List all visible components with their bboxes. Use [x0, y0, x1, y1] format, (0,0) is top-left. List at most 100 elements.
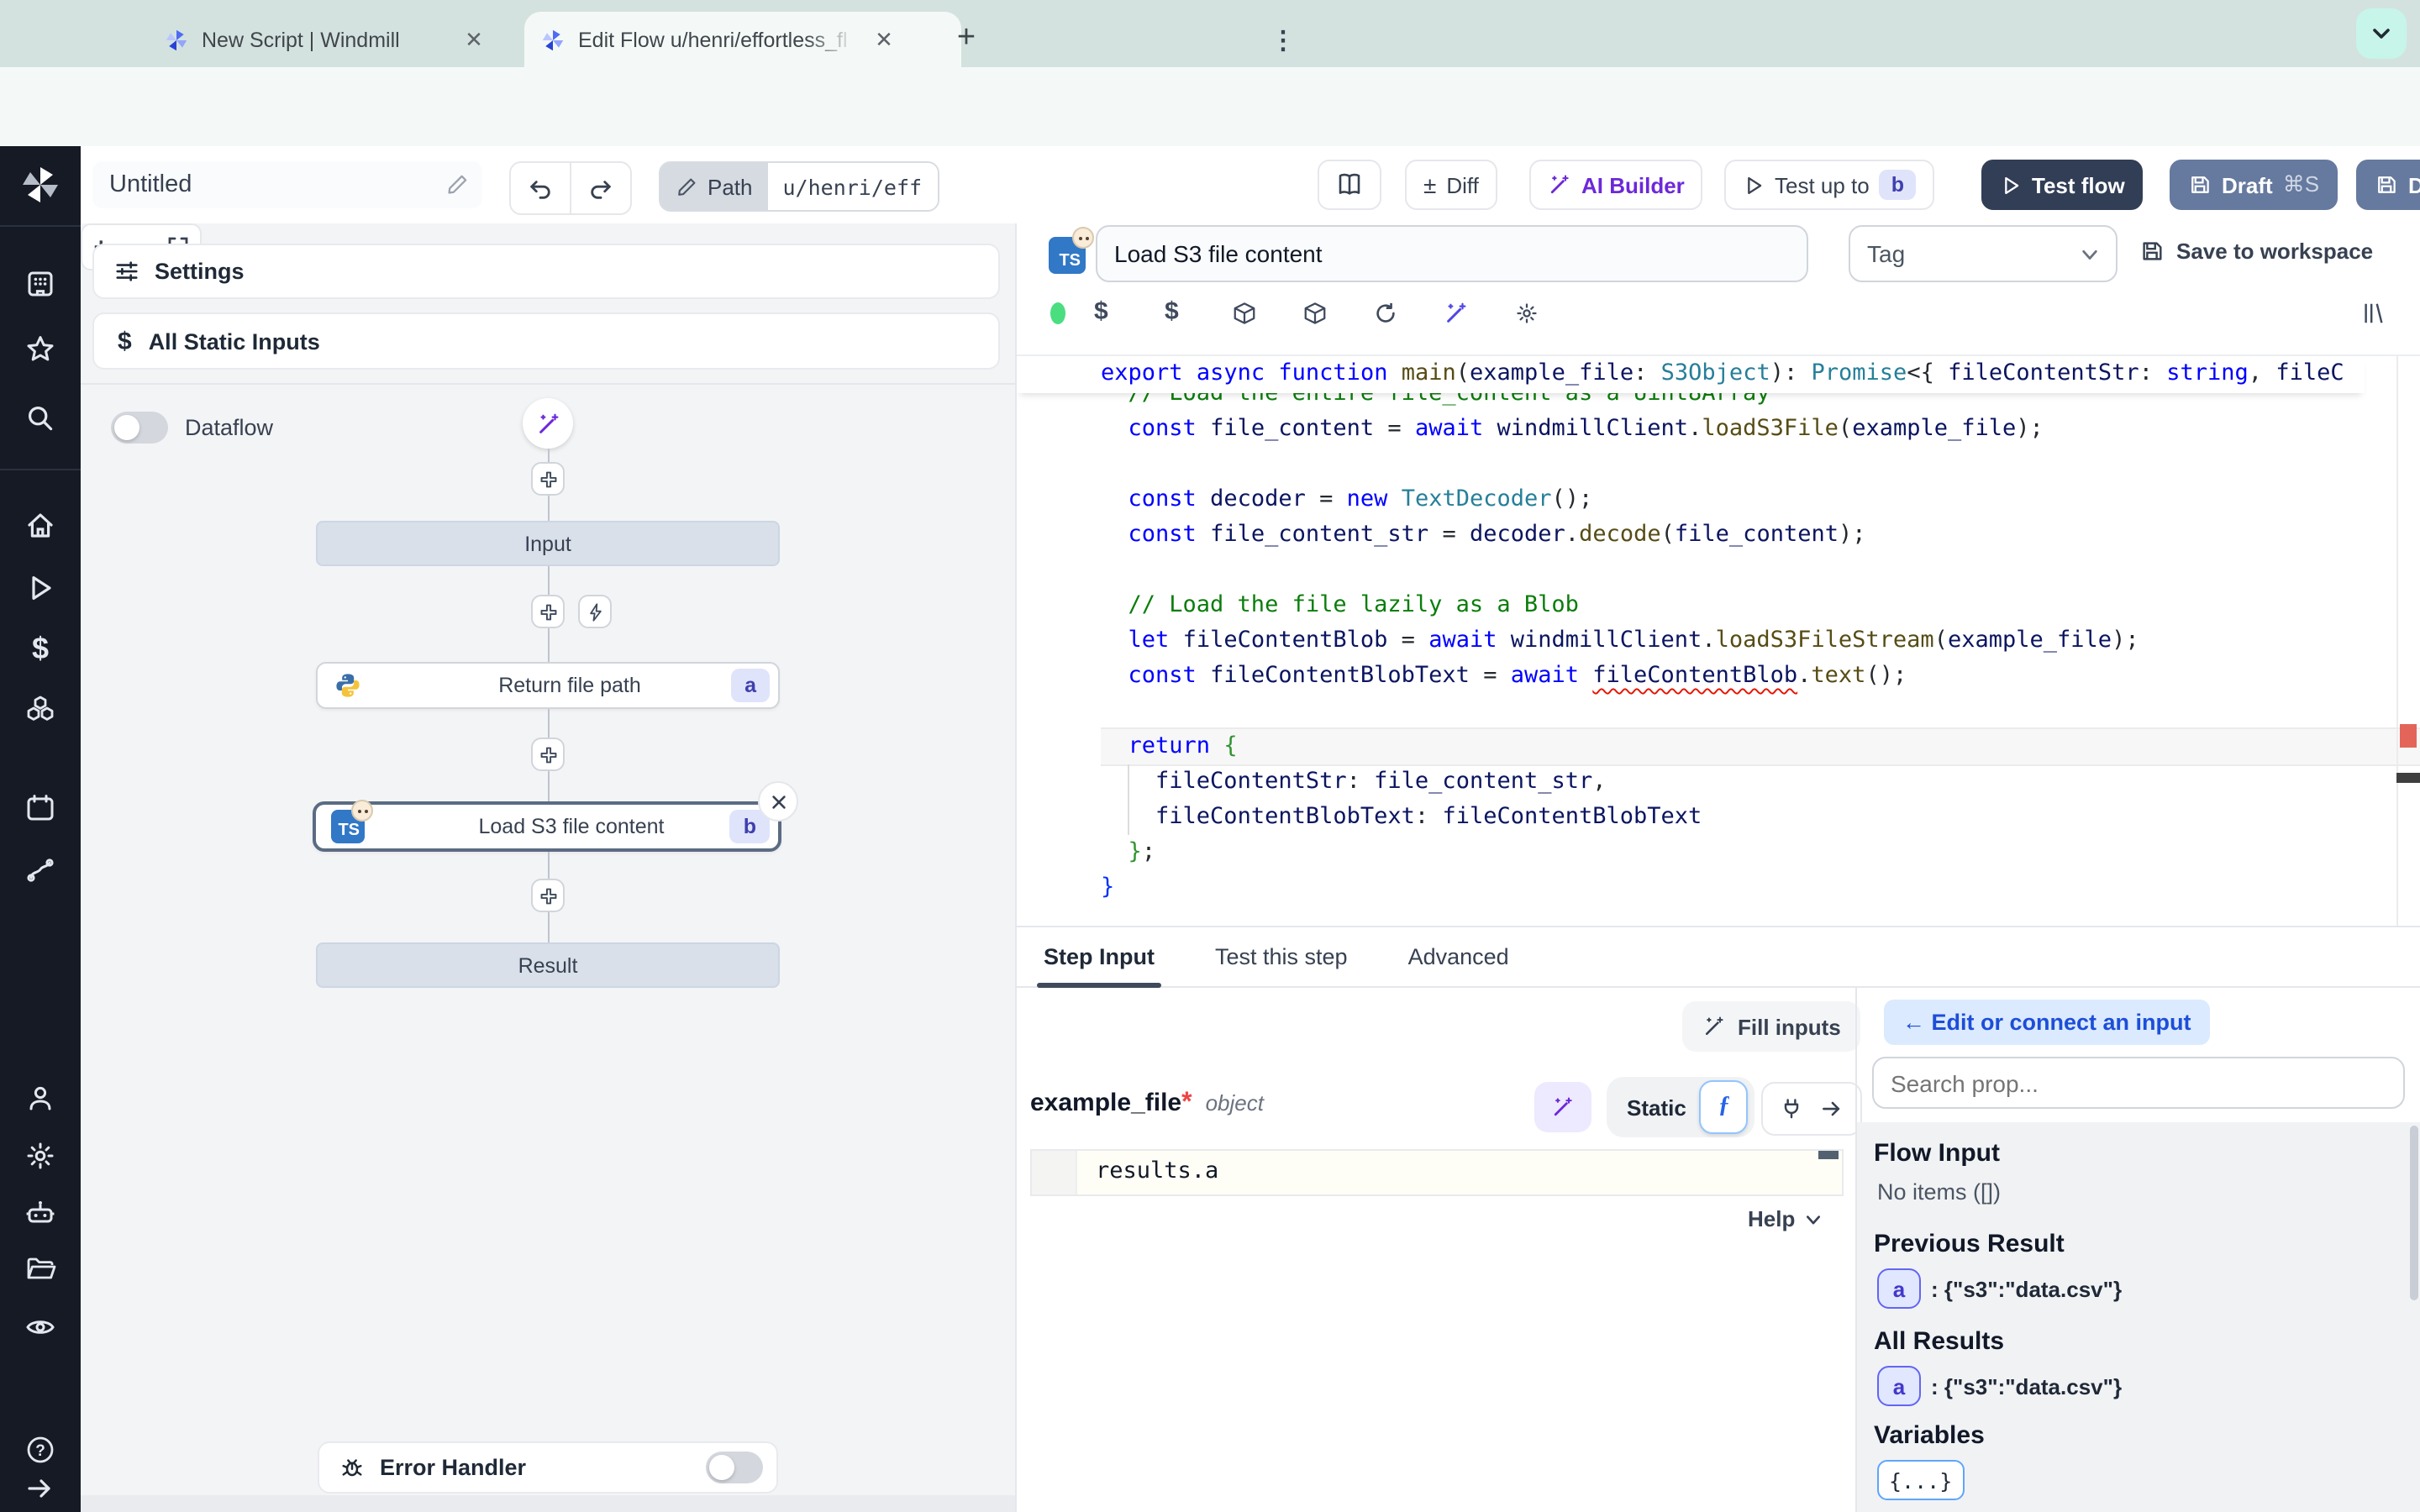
code-line[interactable]: }: [1101, 870, 2420, 906]
help-button[interactable]: Help: [1748, 1206, 1822, 1231]
search-icon[interactable]: [24, 402, 57, 435]
all-results-row[interactable]: a : {"s3":"data.csv"}: [1877, 1366, 2122, 1406]
diff-button[interactable]: ± Diff: [1405, 160, 1497, 210]
code-line[interactable]: [1101, 553, 2420, 588]
tag-select[interactable]: Tag: [1849, 225, 2118, 282]
add-step-button[interactable]: [531, 595, 565, 628]
graph-scrollbar-track[interactable]: [81, 1495, 1015, 1512]
save-to-workspace-button[interactable]: Save to workspace: [2139, 239, 2373, 264]
package-icon[interactable]: [1232, 301, 1257, 326]
tab-test-this-step[interactable]: Test this step: [1215, 927, 1348, 986]
code-line[interactable]: fileContentBlobText: fileContentBlobText: [1101, 800, 2420, 835]
redo-button[interactable]: [571, 163, 630, 213]
draft-button[interactable]: Draft ⌘S: [2170, 160, 2338, 210]
path-group[interactable]: Path u/henri/eff: [659, 161, 939, 212]
code-line[interactable]: const file_content = await windmillClien…: [1101, 412, 2420, 447]
step-name-input[interactable]: [1096, 225, 1808, 282]
routes-icon[interactable]: [24, 853, 57, 887]
expression-input[interactable]: results.a: [1030, 1149, 1844, 1196]
code-line[interactable]: };: [1101, 835, 2420, 870]
previous-result-row[interactable]: a : {"s3":"data.csv"}: [1877, 1268, 2122, 1309]
context-vars-icon[interactable]: $: [1165, 297, 1179, 326]
home-icon[interactable]: [24, 509, 57, 543]
code-editor[interactable]: // Load the entire file_content as a Uin…: [1017, 354, 2420, 927]
flow-settings-button[interactable]: Settings: [92, 244, 1000, 299]
tab-close-icon[interactable]: ✕: [459, 24, 489, 55]
code-line[interactable]: const fileContentBlobText = await fileCo…: [1101, 659, 2420, 694]
users-icon[interactable]: [24, 1082, 57, 1116]
ai-builder-button[interactable]: AI Builder: [1529, 160, 1703, 210]
docs-button[interactable]: [1318, 160, 1381, 210]
error-handler-row[interactable]: Error Handler: [318, 1441, 778, 1494]
expression-scrollbar[interactable]: [1818, 1151, 1839, 1159]
fill-inputs-button[interactable]: Fill inputs: [1682, 1001, 1861, 1052]
expand-sidebar-icon[interactable]: [24, 1472, 57, 1505]
code-line[interactable]: [1101, 694, 2420, 729]
flow-name-input[interactable]: [106, 170, 398, 200]
tab-close-icon[interactable]: ✕: [869, 24, 899, 55]
test-up-to-button[interactable]: Test up to b: [1724, 160, 1934, 210]
add-step-button[interactable]: [531, 879, 565, 912]
variables-row[interactable]: {...}: [1877, 1460, 1964, 1500]
browser-tab-inactive[interactable]: New Script | Windmill ✕: [148, 12, 548, 67]
favorites-star-icon[interactable]: [24, 333, 57, 366]
search-prop-input[interactable]: [1872, 1057, 2405, 1109]
new-tab-button[interactable]: +: [944, 17, 988, 60]
tab-step-input[interactable]: Step Input: [1044, 927, 1155, 986]
ai-fill-field-button[interactable]: [1534, 1082, 1591, 1132]
add-trigger-button[interactable]: [578, 595, 612, 628]
path-label-segment[interactable]: Path: [660, 163, 768, 210]
code-line[interactable]: [1101, 447, 2420, 482]
script-settings-gear-icon[interactable]: [1514, 301, 1539, 326]
sticky-code-line[interactable]: export async function main(example_file:…: [1017, 356, 2365, 393]
step-a-node[interactable]: Return file path a: [316, 662, 780, 709]
library-panel-icon[interactable]: [2361, 301, 2386, 326]
dataflow-toggle[interactable]: [111, 412, 168, 444]
connect-input-group[interactable]: [1761, 1082, 1862, 1136]
tab-advanced[interactable]: Advanced: [1408, 927, 1509, 986]
flow-ai-wand-button[interactable]: [523, 398, 573, 449]
ai-wand-icon[interactable]: [1444, 301, 1469, 326]
env-vars-icon[interactable]: $: [1094, 297, 1108, 326]
settings-gear-icon[interactable]: [24, 1139, 57, 1173]
schedules-icon[interactable]: [24, 791, 57, 825]
path-value[interactable]: u/henri/eff: [768, 163, 938, 210]
step-b-node-selected[interactable]: TS Load S3 file content b: [313, 801, 781, 852]
add-step-button[interactable]: [531, 462, 565, 496]
tab-search-chevron-button[interactable]: [2356, 8, 2407, 59]
function-toggle-icon[interactable]: ƒ: [1700, 1080, 1749, 1134]
workers-robot-icon[interactable]: [24, 1196, 57, 1230]
test-flow-button[interactable]: Test flow: [1981, 160, 2144, 210]
undo-button[interactable]: [511, 163, 571, 213]
delete-step-icon[interactable]: [758, 781, 798, 822]
variables-icon[interactable]: $: [24, 632, 57, 665]
code-line[interactable]: let fileContentBlob = await windmillClie…: [1101, 623, 2420, 659]
edit-pencil-icon[interactable]: [445, 173, 469, 197]
add-step-button[interactable]: [531, 738, 565, 771]
workspace-icon[interactable]: [24, 267, 57, 301]
code-line[interactable]: return {: [1101, 729, 2420, 764]
expression-text[interactable]: results.a: [1096, 1158, 1218, 1184]
audit-eye-icon[interactable]: [24, 1310, 57, 1344]
deploy-button[interactable]: Deploy: [2356, 160, 2420, 210]
windmill-logo[interactable]: [20, 165, 60, 205]
flow-input-node[interactable]: Input: [316, 521, 780, 566]
flow-result-node[interactable]: Result: [316, 942, 780, 988]
more-options-icon[interactable]: ⋮: [1270, 25, 1296, 55]
resources-icon[interactable]: [24, 692, 57, 726]
code-line[interactable]: // Load the file lazily as a Blob: [1101, 588, 2420, 623]
editor-scrollbar-thumb[interactable]: [2396, 773, 2420, 783]
help-icon[interactable]: ?: [24, 1433, 57, 1467]
props-scrollbar-thumb[interactable]: [2410, 1126, 2418, 1300]
code-line[interactable]: const decoder = new TextDecoder();: [1101, 482, 2420, 517]
browser-tab-active[interactable]: Edit Flow u/henri/effortless_fl ✕: [524, 12, 961, 67]
static-js-toggle[interactable]: Static ƒ: [1607, 1077, 1755, 1137]
reload-icon[interactable]: [1373, 301, 1398, 326]
folders-icon[interactable]: [24, 1252, 57, 1285]
all-static-inputs-button[interactable]: $ All Static Inputs: [92, 312, 1000, 370]
edit-or-connect-button[interactable]: ← Edit or connect an input: [1884, 1000, 2210, 1045]
error-handler-toggle[interactable]: [706, 1452, 763, 1483]
code-line[interactable]: const file_content_str = decoder.decode(…: [1101, 517, 2420, 553]
code-line[interactable]: fileContentStr: file_content_str,: [1101, 764, 2420, 800]
flow-name-box[interactable]: [92, 161, 482, 208]
